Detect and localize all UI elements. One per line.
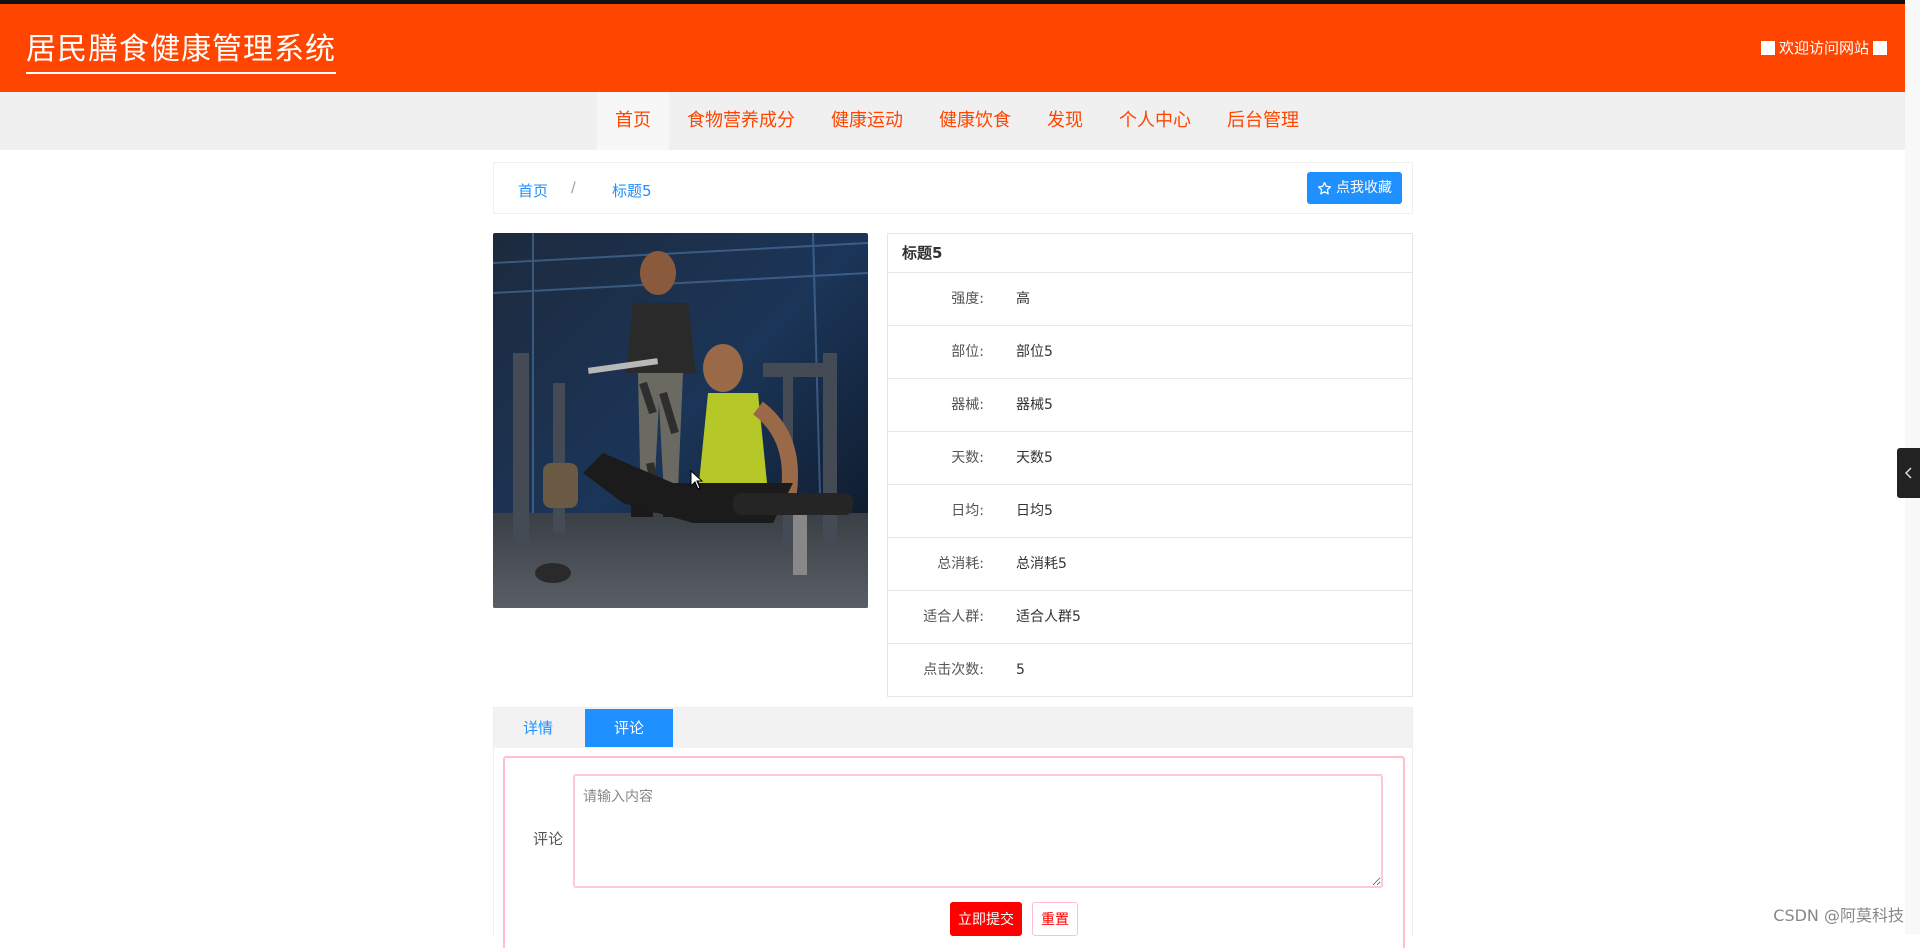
square-icon	[1873, 40, 1887, 55]
nav-items: 首页 食物营养成分 健康运动 健康饮食 发现 个人中心 后台管理	[597, 92, 1317, 150]
submit-button[interactable]: 立即提交	[950, 902, 1022, 936]
welcome-area: 欢迎访问网站	[1760, 37, 1887, 58]
side-panel-toggle[interactable]	[1897, 448, 1920, 498]
detail-value: 部位5	[1016, 344, 1053, 360]
mouse-cursor-icon	[690, 470, 704, 490]
detail-label: 适合人群:	[923, 609, 984, 625]
breadcrumb: 首页 / 标题5 点我收藏	[493, 162, 1413, 214]
detail-label: 总消耗:	[937, 556, 984, 572]
main-nav: 首页 食物营养成分 健康运动 健康饮食 发现 个人中心 后台管理	[0, 92, 1905, 150]
detail-row-intensity: 强度: 高	[888, 273, 1412, 326]
tab-comment[interactable]: 评论	[585, 709, 673, 747]
reset-button[interactable]: 重置	[1032, 902, 1078, 936]
watermark: CSDN @阿莫科技	[1773, 906, 1904, 925]
tabs-header: 详情 评论	[494, 708, 1412, 748]
breadcrumb-separator: /	[571, 180, 576, 196]
collect-button[interactable]: 点我收藏	[1307, 172, 1402, 204]
detail-value: 5	[1016, 662, 1025, 678]
comment-label: 评论	[532, 830, 563, 848]
detail-value: 器械5	[1016, 397, 1053, 413]
breadcrumb-home[interactable]: 首页	[518, 180, 548, 201]
detail-row-click-count: 点击次数: 5	[888, 644, 1412, 696]
nav-item-food-nutrition[interactable]: 食物营养成分	[669, 92, 813, 150]
square-icon	[1760, 40, 1775, 55]
gym-training-image	[493, 233, 868, 608]
tab-detail[interactable]: 详情	[494, 709, 582, 747]
detail-value: 适合人群5	[1016, 609, 1081, 625]
detail-tabs: 详情 评论 评论 立即提交 重置	[493, 707, 1413, 948]
nav-item-health-diet[interactable]: 健康饮食	[921, 92, 1029, 150]
detail-row-total-consumption: 总消耗: 总消耗5	[888, 538, 1412, 591]
detail-label: 部位:	[951, 344, 984, 360]
nav-item-health-exercise[interactable]: 健康运动	[813, 92, 921, 150]
detail-value: 天数5	[1016, 450, 1053, 466]
nav-item-personal-center[interactable]: 个人中心	[1101, 92, 1209, 150]
detail-value: 日均5	[1016, 503, 1053, 519]
detail-row-days: 天数: 天数5	[888, 432, 1412, 485]
detail-label: 天数:	[951, 450, 984, 466]
site-title[interactable]: 居民膳食健康管理系统	[26, 24, 336, 74]
detail-row-daily-average: 日均: 日均5	[888, 485, 1412, 538]
detail-value: 总消耗5	[1016, 556, 1067, 572]
comment-input[interactable]	[573, 774, 1383, 888]
detail-row-suitable-group: 适合人群: 适合人群5	[888, 591, 1412, 644]
detail-value: 高	[1016, 291, 1030, 307]
collect-button-label: 点我收藏	[1336, 180, 1392, 196]
nav-item-admin[interactable]: 后台管理	[1209, 92, 1317, 150]
detail-label: 器械:	[951, 397, 984, 413]
comment-form: 评论 立即提交 重置	[503, 756, 1405, 948]
detail-label: 强度:	[951, 291, 984, 307]
site-header: 居民膳食健康管理系统 欢迎访问网站	[0, 4, 1905, 92]
exercise-photo	[493, 233, 868, 608]
star-icon	[1317, 181, 1332, 194]
breadcrumb-current: 标题5	[612, 182, 652, 200]
nav-item-discover[interactable]: 发现	[1029, 92, 1101, 150]
nav-item-home[interactable]: 首页	[597, 92, 669, 150]
detail-row-body-part: 部位: 部位5	[888, 326, 1412, 379]
welcome-text: 欢迎访问网站	[1778, 39, 1869, 57]
detail-row-equipment: 器械: 器械5	[888, 379, 1412, 432]
detail-label: 点击次数:	[923, 662, 984, 678]
chevron-left-icon	[1904, 467, 1912, 479]
detail-label: 日均:	[951, 503, 984, 519]
detail-info-table: 标题5 强度: 高 部位: 部位5 器械: 器械5 天数: 天数5 日均: 日均…	[887, 233, 1413, 697]
detail-title: 标题5	[888, 234, 1412, 273]
